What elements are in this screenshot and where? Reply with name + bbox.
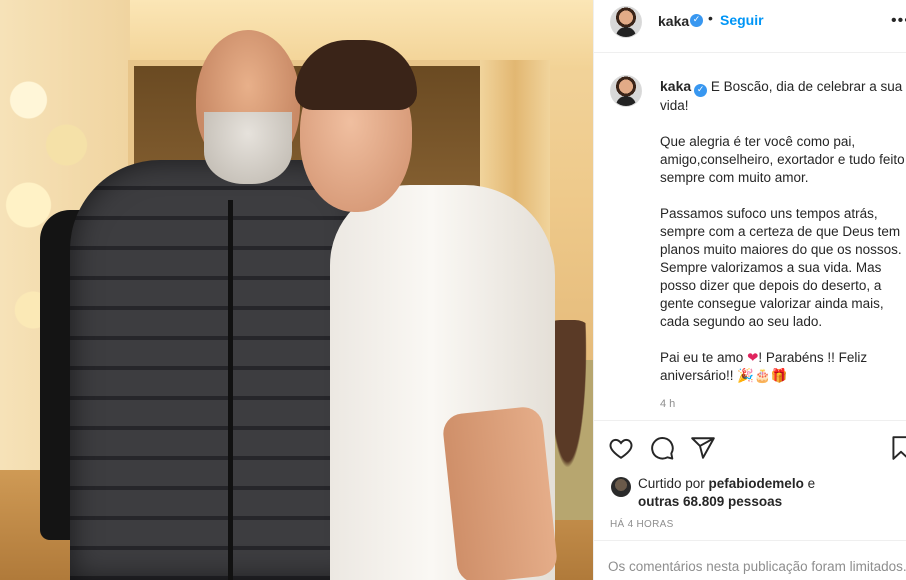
comments-limited-notice: Os comentários nesta publicação foram li… <box>594 540 906 580</box>
post-actions <box>594 420 906 472</box>
post-photo[interactable] <box>0 0 593 580</box>
caption-timestamp[interactable]: 4 h <box>660 398 675 410</box>
separator-dot: • <box>708 10 713 26</box>
caption-paragraph: Pai eu te amo <box>660 350 748 365</box>
post-header: kaka ✓ • Seguir ••• <box>594 0 906 53</box>
post-date[interactable]: HÁ 4 HORAS <box>610 519 674 530</box>
post-side-panel: kaka ✓ • Seguir ••• kaka✓ E Boscão, dia … <box>593 0 906 580</box>
speech-bubble-icon[interactable] <box>649 435 675 461</box>
bookmark-icon[interactable] <box>888 435 906 461</box>
likes-count[interactable]: outras 68.809 pessoas <box>638 494 782 509</box>
verified-badge-icon: ✓ <box>690 14 703 27</box>
heart-emoji-icon: ❤ <box>747 350 759 365</box>
liked-by-line: Curtido por pefabiodemelo e <box>638 476 815 491</box>
caption-text: kaka ✓ E Boscão, dia de celebrar a sua vi… <box>660 77 906 403</box>
heart-outline-icon[interactable] <box>608 435 634 461</box>
liked-by-and: e <box>803 476 816 491</box>
post-caption: kaka ✓ E Boscão, dia de celebrar a sua vi… <box>594 53 906 420</box>
likes-summary: Curtido por pefabiodemelo e outras 68.80… <box>594 472 906 514</box>
avatar[interactable] <box>610 6 642 38</box>
caption-avatar[interactable] <box>610 75 642 107</box>
liked-by-user[interactable]: pefabiodemelo <box>709 476 804 491</box>
follow-button[interactable]: Seguir <box>720 12 764 28</box>
verified-badge-icon: ✓ <box>694 84 708 97</box>
paper-plane-icon[interactable] <box>690 435 716 461</box>
liker-avatar[interactable] <box>611 477 631 497</box>
header-username[interactable]: kaka <box>658 13 689 29</box>
caption-paragraph: Que alegria é ter você como pai, amigo,c… <box>660 134 905 185</box>
caption-username[interactable]: kaka <box>660 78 691 94</box>
liked-by-prefix: Curtido por <box>638 476 709 491</box>
more-options-icon[interactable]: ••• <box>891 12 906 30</box>
caption-paragraph: Passamos sufoco uns tempos atrás, sempre… <box>660 206 902 329</box>
comments-limited-text: Os comentários nesta publicação foram li… <box>608 559 906 574</box>
